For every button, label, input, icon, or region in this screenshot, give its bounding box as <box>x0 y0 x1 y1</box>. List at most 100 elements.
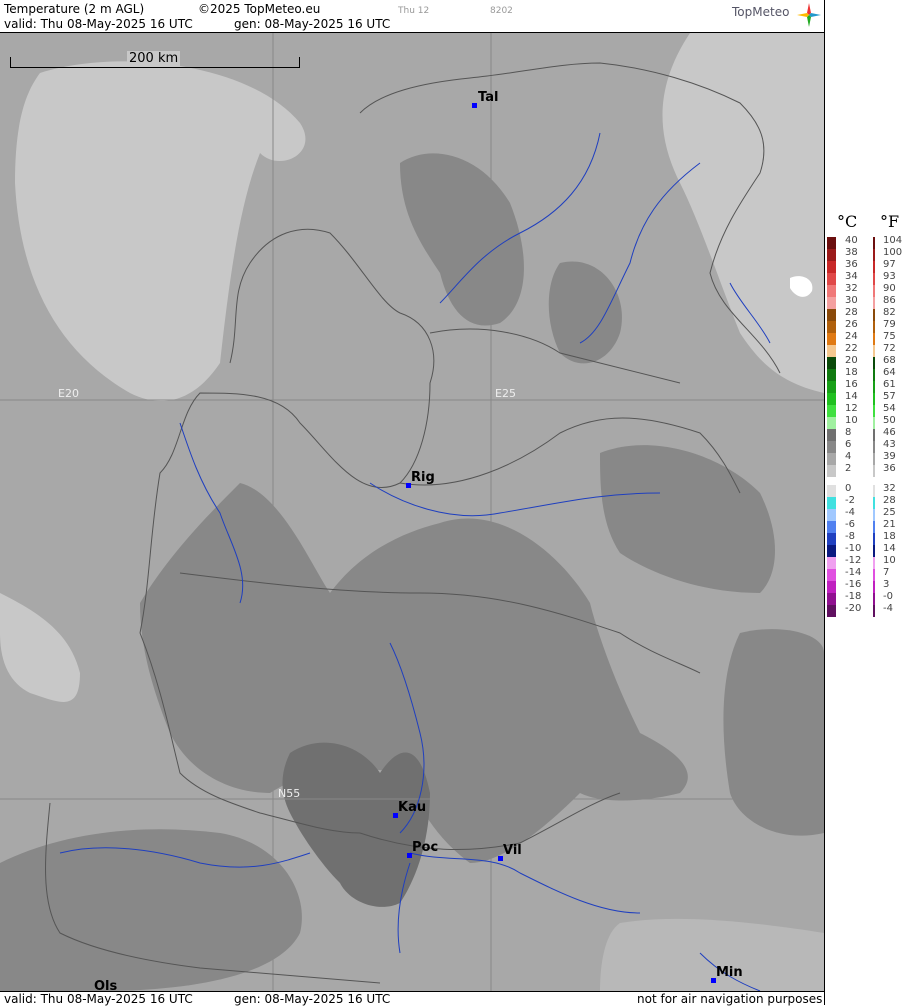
legend-swatch <box>827 605 836 617</box>
celsius-unit-label: °C <box>837 212 858 231</box>
legend-fahrenheit-value: 7 <box>883 567 890 578</box>
legend-fahrenheit-value: 28 <box>883 495 896 506</box>
fahrenheit-unit-label: °F <box>880 212 900 231</box>
legend-swatch <box>827 309 836 321</box>
legend-swatch-f <box>873 533 875 545</box>
legend-swatch-f <box>873 405 875 417</box>
legend-celsius-value: 12 <box>845 403 858 414</box>
legend-swatch <box>827 357 836 369</box>
faint-code-label: 8202 <box>490 6 513 16</box>
legend-swatch-f <box>873 465 875 477</box>
legend-swatch <box>827 593 836 605</box>
legend-swatch-f <box>873 357 875 369</box>
product-title: Temperature (2 m AGL) <box>4 2 145 16</box>
legend-swatch <box>827 345 836 357</box>
city-label-olsztyn: Ols <box>94 979 118 991</box>
legend-swatch-f <box>873 509 875 521</box>
city-label-vilnius: Vil <box>503 843 522 858</box>
legend-celsius-value: -10 <box>845 543 862 554</box>
temperature-map[interactable]: 200 km E20 E25 N55 Tal Rig Kau Poc Vil M… <box>0 33 824 991</box>
legend-swatch <box>827 405 836 417</box>
legend-swatch-f <box>873 441 875 453</box>
legend-fahrenheit-value: 43 <box>883 439 896 450</box>
legend-swatch-f <box>873 417 875 429</box>
legend-swatch-f <box>873 521 875 533</box>
legend-swatch <box>827 417 836 429</box>
city-label-tallinn: Tal <box>478 90 499 105</box>
legend-fahrenheit-value: 14 <box>883 543 896 554</box>
legend-swatch <box>827 429 836 441</box>
legend-swatch <box>827 509 836 521</box>
legend-fahrenheit-value: 93 <box>883 271 896 282</box>
compass-star-icon <box>797 3 821 27</box>
legend-celsius-value: 32 <box>845 283 858 294</box>
legend-celsius-value: 38 <box>845 247 858 258</box>
legend-swatch-f <box>873 321 875 333</box>
legend-swatch <box>827 297 836 309</box>
legend-fahrenheit-value: 54 <box>883 403 896 414</box>
legend-fahrenheit-value: 32 <box>883 483 896 494</box>
legend-swatch-f <box>873 273 875 285</box>
copyright-text: ©2025 TopMeteo.eu <box>198 2 321 16</box>
footer-valid-time: valid: Thu 08-May-2025 16 UTC <box>4 992 193 1006</box>
legend-swatch-f <box>873 593 875 605</box>
city-label-minsk: Min <box>716 965 743 980</box>
legend-swatch-f <box>873 285 875 297</box>
legend-fahrenheit-value: 104 <box>883 235 903 246</box>
legend-swatch <box>827 261 836 273</box>
legend-celsius-value: 22 <box>845 343 858 354</box>
legend-fahrenheit-value: 68 <box>883 355 896 366</box>
legend-swatch-f <box>873 309 875 321</box>
legend-swatch <box>827 465 836 477</box>
city-marker-tallinn[interactable] <box>472 103 477 108</box>
legend-fahrenheit-value: 79 <box>883 319 896 330</box>
legend-celsius-value: -14 <box>845 567 862 578</box>
legend-swatch <box>827 581 836 593</box>
legend-fahrenheit-value: 82 <box>883 307 896 318</box>
legend-swatch-f <box>873 369 875 381</box>
legend-swatch <box>827 557 836 569</box>
legend-fahrenheit-value: 50 <box>883 415 896 426</box>
legend-swatch-f <box>873 393 875 405</box>
legend-celsius-value: 14 <box>845 391 858 402</box>
legend-fahrenheit-value: 21 <box>883 519 896 530</box>
legend-swatch-f <box>873 261 875 273</box>
legend-fahrenheit-value: 64 <box>883 367 896 378</box>
legend-swatch <box>827 453 836 465</box>
legend-swatch-f <box>873 381 875 393</box>
footer-generated-time: gen: 08-May-2025 16 UTC <box>234 992 391 1006</box>
generated-time: gen: 08-May-2025 16 UTC <box>234 17 391 31</box>
legend-fahrenheit-value: 46 <box>883 427 896 438</box>
legend-swatch <box>827 285 836 297</box>
footer-disclaimer: not for air navigation purposes <box>637 992 823 1006</box>
legend-fahrenheit-value: 75 <box>883 331 896 342</box>
legend-swatch-f <box>873 429 875 441</box>
grid-label-e20: E20 <box>58 387 79 400</box>
legend-fahrenheit-value: 57 <box>883 391 896 402</box>
header-bar: Temperature (2 m AGL) ©2025 TopMeteo.eu … <box>0 0 824 33</box>
legend-celsius-value: 20 <box>845 355 858 366</box>
legend-swatch <box>827 393 836 405</box>
legend-celsius-value: -2 <box>845 495 855 506</box>
legend-celsius-value: 0 <box>845 483 852 494</box>
legend-celsius-value: -16 <box>845 579 862 590</box>
legend-swatch <box>827 321 836 333</box>
city-label-pociunai: Poc <box>412 840 439 855</box>
legend-swatch-f <box>873 453 875 465</box>
legend-celsius-value: -6 <box>845 519 855 530</box>
legend-swatch-f <box>873 497 875 509</box>
legend-fahrenheit-value: 86 <box>883 295 896 306</box>
legend-celsius-value: -18 <box>845 591 862 602</box>
legend-swatch <box>827 369 836 381</box>
legend-swatch <box>827 273 836 285</box>
legend-fahrenheit-value: 61 <box>883 379 896 390</box>
legend-fahrenheit-value: -4 <box>883 603 893 614</box>
legend-celsius-value: 36 <box>845 259 858 270</box>
legend-celsius-value: -20 <box>845 603 862 614</box>
legend-celsius-value: 8 <box>845 427 852 438</box>
legend-swatch-f <box>873 545 875 557</box>
legend-fahrenheit-value: 25 <box>883 507 896 518</box>
legend-fahrenheit-value: 97 <box>883 259 896 270</box>
legend-swatch-f <box>873 581 875 593</box>
legend-swatch <box>827 533 836 545</box>
